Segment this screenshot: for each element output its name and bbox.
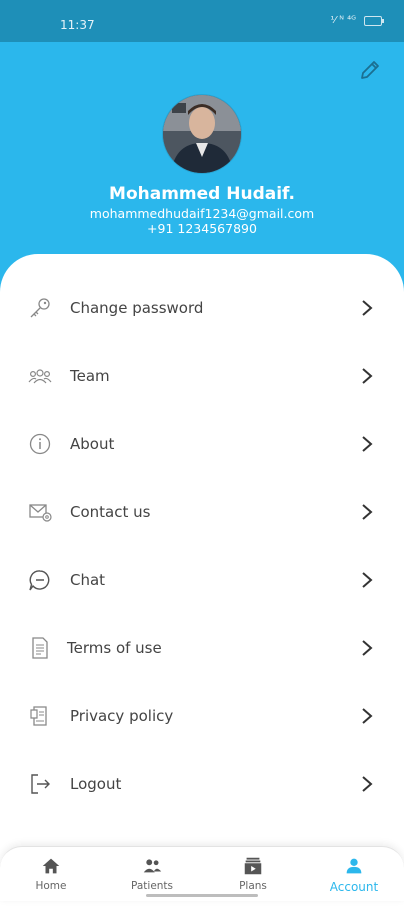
signal-text: ⅟ ᴺ ⁴ᴳ [330,15,356,26]
menu-label: Terms of use [67,639,162,657]
avatar-photo [163,95,241,173]
privacy-icon [30,706,47,726]
document-icon [32,637,48,659]
home-indicator [146,894,258,897]
info-icon [29,433,51,455]
bottom-nav: Home Patients Plans Account [0,846,404,901]
menu-label: Change password [70,299,204,317]
nav-patients[interactable]: Patients [107,855,197,892]
menu-item-contact-us[interactable]: Contact us [0,482,404,542]
menu-item-about[interactable]: About [0,414,404,474]
profile-name: Mohammed Hudaif. [109,184,295,204]
menu-item-privacy-policy[interactable]: Privacy policy [0,686,404,746]
menu-item-terms-of-use[interactable]: Terms of use [0,618,404,678]
menu-item-chat[interactable]: Chat [0,550,404,610]
nav-plans[interactable]: Plans [208,855,298,892]
menu-label: Privacy policy [70,707,174,725]
menu-label: Chat [70,571,106,589]
profile-email: mohammedhudaif1234@gmail.com [89,206,315,221]
chevron-right-icon [362,368,373,384]
nav-account[interactable]: Account [309,855,399,894]
menu-label: Contact us [70,503,151,521]
chevron-right-icon [362,776,373,792]
mail-icon [29,504,52,522]
menu-label: About [70,435,115,453]
nav-label: Account [329,880,379,894]
nav-label: Patients [130,880,174,892]
chevron-right-icon [362,572,373,588]
nav-label: Home [35,880,67,892]
avatar[interactable] [163,95,241,173]
status-indicators: ⅟ ᴺ ⁴ᴳ [330,15,384,26]
logout-icon [31,774,50,794]
key-icon [30,298,50,318]
chevron-right-icon [362,708,373,724]
menu-item-change-password[interactable]: Change password [0,278,404,338]
nav-home[interactable]: Home [6,855,96,892]
team-icon [28,369,52,384]
battery-icon [364,15,384,26]
chevron-right-icon [362,504,373,520]
profile-phone: +91 1234567890 [147,221,257,236]
status-time: 11:37 [60,18,95,32]
edit-icon[interactable] [358,58,382,82]
chevron-right-icon [362,436,373,452]
menu-item-team[interactable]: Team [0,346,404,406]
menu-label: Team [70,367,110,385]
chevron-right-icon [362,640,373,656]
chevron-right-icon [362,300,373,316]
account-icon [346,858,362,874]
patients-icon [143,859,162,873]
menu-label: Logout [70,775,122,793]
chat-icon [29,570,50,591]
home-icon [42,858,60,874]
menu-item-logout[interactable]: Logout [0,754,404,814]
plans-icon [244,857,262,875]
nav-label: Plans [239,880,267,892]
status-bar: 11:37 ⅟ ᴺ ⁴ᴳ [0,0,404,42]
